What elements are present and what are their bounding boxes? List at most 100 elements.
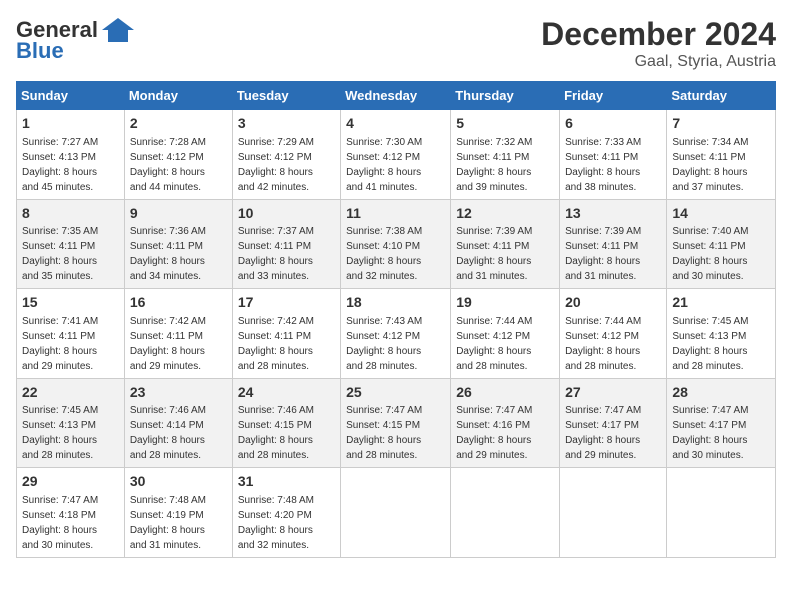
calendar-cell: 13Sunrise: 7:39 AMSunset: 4:11 PMDayligh… bbox=[560, 199, 667, 289]
logo-icon bbox=[100, 16, 136, 44]
day-number: 9 bbox=[130, 204, 227, 224]
page-header: General Blue December 2024 Gaal, Styria,… bbox=[16, 16, 776, 71]
calendar-cell bbox=[341, 468, 451, 558]
day-number: 19 bbox=[456, 293, 554, 313]
day-number: 27 bbox=[565, 383, 661, 403]
calendar-cell bbox=[667, 468, 776, 558]
day-info: Sunrise: 7:33 AMSunset: 4:11 PMDaylight:… bbox=[565, 137, 641, 193]
day-number: 6 bbox=[565, 114, 661, 134]
calendar-cell: 22Sunrise: 7:45 AMSunset: 4:13 PMDayligh… bbox=[17, 378, 125, 468]
day-info: Sunrise: 7:29 AMSunset: 4:12 PMDaylight:… bbox=[238, 137, 314, 193]
column-header-monday: Monday bbox=[124, 82, 232, 110]
logo: General Blue bbox=[16, 16, 136, 64]
day-number: 14 bbox=[672, 204, 770, 224]
calendar-cell: 16Sunrise: 7:42 AMSunset: 4:11 PMDayligh… bbox=[124, 289, 232, 379]
day-number: 2 bbox=[130, 114, 227, 134]
day-number: 29 bbox=[22, 472, 119, 492]
week-row-5: 29 Sunrise: 7:47 AMSunset: 4:18 PMDayligh… bbox=[17, 468, 776, 558]
calendar-cell bbox=[560, 468, 667, 558]
calendar-cell: 21Sunrise: 7:45 AMSunset: 4:13 PMDayligh… bbox=[667, 289, 776, 379]
calendar-cell: 25Sunrise: 7:47 AMSunset: 4:15 PMDayligh… bbox=[341, 378, 451, 468]
day-number: 30 bbox=[130, 472, 227, 492]
calendar-cell: 31 Sunrise: 7:48 AMSunset: 4:20 PMDayligh… bbox=[232, 468, 340, 558]
day-number: 26 bbox=[456, 383, 554, 403]
day-number: 23 bbox=[130, 383, 227, 403]
calendar-cell: 4 Sunrise: 7:30 AMSunset: 4:12 PMDaylight… bbox=[341, 110, 451, 200]
day-info: Sunrise: 7:45 AMSunset: 4:13 PMDaylight:… bbox=[22, 405, 98, 461]
day-info: Sunrise: 7:47 AMSunset: 4:17 PMDaylight:… bbox=[565, 405, 641, 461]
day-info: Sunrise: 7:34 AMSunset: 4:11 PMDaylight:… bbox=[672, 137, 748, 193]
calendar-cell: 20Sunrise: 7:44 AMSunset: 4:12 PMDayligh… bbox=[560, 289, 667, 379]
day-info: Sunrise: 7:39 AMSunset: 4:11 PMDaylight:… bbox=[456, 226, 532, 282]
calendar-cell: 9Sunrise: 7:36 AMSunset: 4:11 PMDaylight… bbox=[124, 199, 232, 289]
calendar-cell: 5 Sunrise: 7:32 AMSunset: 4:11 PMDaylight… bbox=[451, 110, 560, 200]
day-info: Sunrise: 7:37 AMSunset: 4:11 PMDaylight:… bbox=[238, 226, 314, 282]
calendar-cell: 26Sunrise: 7:47 AMSunset: 4:16 PMDayligh… bbox=[451, 378, 560, 468]
day-info: Sunrise: 7:35 AMSunset: 4:11 PMDaylight:… bbox=[22, 226, 98, 282]
calendar-cell: 29 Sunrise: 7:47 AMSunset: 4:18 PMDayligh… bbox=[17, 468, 125, 558]
day-info: Sunrise: 7:47 AMSunset: 4:17 PMDaylight:… bbox=[672, 405, 748, 461]
day-number: 5 bbox=[456, 114, 554, 134]
day-info: Sunrise: 7:45 AMSunset: 4:13 PMDaylight:… bbox=[672, 316, 748, 372]
calendar-cell: 11Sunrise: 7:38 AMSunset: 4:10 PMDayligh… bbox=[341, 199, 451, 289]
day-info: Sunrise: 7:42 AMSunset: 4:11 PMDaylight:… bbox=[238, 316, 314, 372]
column-header-thursday: Thursday bbox=[451, 82, 560, 110]
calendar-cell: 6 Sunrise: 7:33 AMSunset: 4:11 PMDaylight… bbox=[560, 110, 667, 200]
calendar-cell: 3 Sunrise: 7:29 AMSunset: 4:12 PMDaylight… bbox=[232, 110, 340, 200]
day-info: Sunrise: 7:32 AMSunset: 4:11 PMDaylight:… bbox=[456, 137, 532, 193]
calendar-cell: 28Sunrise: 7:47 AMSunset: 4:17 PMDayligh… bbox=[667, 378, 776, 468]
column-header-saturday: Saturday bbox=[667, 82, 776, 110]
calendar-cell: 17 Sunrise: 7:42 AMSunset: 4:11 PMDayligh… bbox=[232, 289, 340, 379]
day-info: Sunrise: 7:44 AMSunset: 4:12 PMDaylight:… bbox=[456, 316, 532, 372]
calendar-cell: 8Sunrise: 7:35 AMSunset: 4:11 PMDaylight… bbox=[17, 199, 125, 289]
day-info: Sunrise: 7:41 AMSunset: 4:11 PMDaylight:… bbox=[22, 316, 98, 372]
logo-blue: Blue bbox=[16, 38, 64, 64]
day-number: 8 bbox=[22, 204, 119, 224]
day-number: 4 bbox=[346, 114, 445, 134]
week-row-3: 15Sunrise: 7:41 AMSunset: 4:11 PMDayligh… bbox=[17, 289, 776, 379]
calendar-table: SundayMondayTuesdayWednesdayThursdayFrid… bbox=[16, 81, 776, 558]
calendar-cell: 7Sunrise: 7:34 AMSunset: 4:11 PMDaylight… bbox=[667, 110, 776, 200]
calendar-cell: 23Sunrise: 7:46 AMSunset: 4:14 PMDayligh… bbox=[124, 378, 232, 468]
column-header-friday: Friday bbox=[560, 82, 667, 110]
week-row-2: 8Sunrise: 7:35 AMSunset: 4:11 PMDaylight… bbox=[17, 199, 776, 289]
calendar-cell: 2 Sunrise: 7:28 AMSunset: 4:12 PMDaylight… bbox=[124, 110, 232, 200]
day-info: Sunrise: 7:27 AMSunset: 4:13 PMDaylight:… bbox=[22, 137, 98, 193]
day-number: 12 bbox=[456, 204, 554, 224]
day-info: Sunrise: 7:47 AMSunset: 4:18 PMDaylight:… bbox=[22, 495, 98, 551]
day-number: 18 bbox=[346, 293, 445, 313]
day-info: Sunrise: 7:30 AMSunset: 4:12 PMDaylight:… bbox=[346, 137, 422, 193]
calendar-body: 1 Sunrise: 7:27 AMSunset: 4:13 PMDaylight… bbox=[17, 110, 776, 558]
calendar-cell: 19 Sunrise: 7:44 AMSunset: 4:12 PMDayligh… bbox=[451, 289, 560, 379]
calendar-cell: 10Sunrise: 7:37 AMSunset: 4:11 PMDayligh… bbox=[232, 199, 340, 289]
day-info: Sunrise: 7:38 AMSunset: 4:10 PMDaylight:… bbox=[346, 226, 422, 282]
day-number: 17 bbox=[238, 293, 335, 313]
day-info: Sunrise: 7:47 AMSunset: 4:16 PMDaylight:… bbox=[456, 405, 532, 461]
calendar-cell bbox=[451, 468, 560, 558]
day-info: Sunrise: 7:28 AMSunset: 4:12 PMDaylight:… bbox=[130, 137, 206, 193]
day-info: Sunrise: 7:48 AMSunset: 4:19 PMDaylight:… bbox=[130, 495, 206, 551]
day-info: Sunrise: 7:40 AMSunset: 4:11 PMDaylight:… bbox=[672, 226, 748, 282]
calendar-cell: 27Sunrise: 7:47 AMSunset: 4:17 PMDayligh… bbox=[560, 378, 667, 468]
day-number: 16 bbox=[130, 293, 227, 313]
day-info: Sunrise: 7:48 AMSunset: 4:20 PMDaylight:… bbox=[238, 495, 314, 551]
column-header-tuesday: Tuesday bbox=[232, 82, 340, 110]
day-info: Sunrise: 7:46 AMSunset: 4:14 PMDaylight:… bbox=[130, 405, 206, 461]
day-number: 11 bbox=[346, 204, 445, 224]
calendar-cell: 24Sunrise: 7:46 AMSunset: 4:15 PMDayligh… bbox=[232, 378, 340, 468]
week-row-4: 22Sunrise: 7:45 AMSunset: 4:13 PMDayligh… bbox=[17, 378, 776, 468]
calendar-cell: 15Sunrise: 7:41 AMSunset: 4:11 PMDayligh… bbox=[17, 289, 125, 379]
day-number: 31 bbox=[238, 472, 335, 492]
day-info: Sunrise: 7:47 AMSunset: 4:15 PMDaylight:… bbox=[346, 405, 422, 461]
day-number: 1 bbox=[22, 114, 119, 134]
title-block: December 2024 Gaal, Styria, Austria bbox=[541, 16, 776, 71]
day-number: 3 bbox=[238, 114, 335, 134]
column-header-wednesday: Wednesday bbox=[341, 82, 451, 110]
day-number: 24 bbox=[238, 383, 335, 403]
day-info: Sunrise: 7:43 AMSunset: 4:12 PMDaylight:… bbox=[346, 316, 422, 372]
calendar-header-row: SundayMondayTuesdayWednesdayThursdayFrid… bbox=[17, 82, 776, 110]
column-header-sunday: Sunday bbox=[17, 82, 125, 110]
page-subtitle: Gaal, Styria, Austria bbox=[541, 53, 776, 71]
day-info: Sunrise: 7:36 AMSunset: 4:11 PMDaylight:… bbox=[130, 226, 206, 282]
calendar-cell: 14Sunrise: 7:40 AMSunset: 4:11 PMDayligh… bbox=[667, 199, 776, 289]
